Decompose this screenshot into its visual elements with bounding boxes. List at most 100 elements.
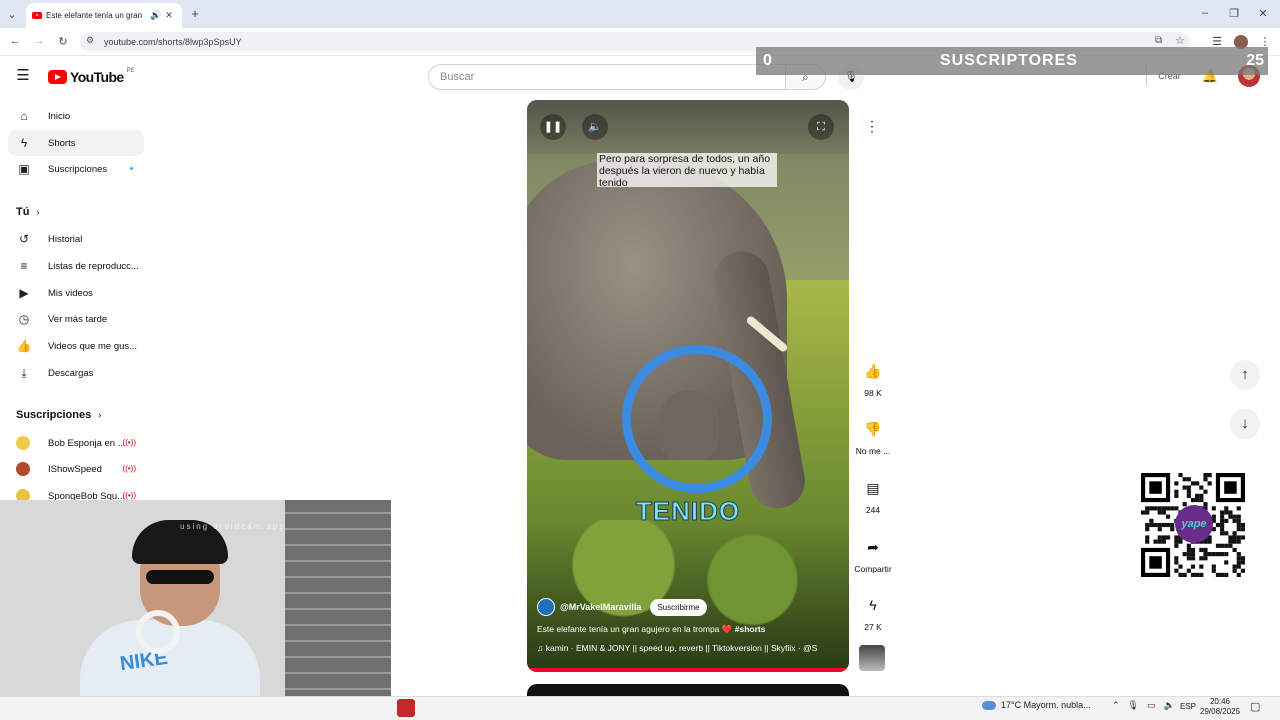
subscriber-count-left: 0 [763, 52, 772, 69]
remix-count: 27 K [864, 622, 882, 632]
thumbs-down-icon: 👎 [864, 421, 882, 437]
thumbs-up-icon: 👍 [864, 363, 882, 379]
search-input[interactable]: Buscar [428, 64, 786, 90]
chevron-down-icon[interactable]: ⌄ [6, 8, 18, 21]
star-icon[interactable]: ☆ [1175, 34, 1185, 47]
music-note-icon: ♫ [537, 643, 544, 653]
tab-strip: ⌄ Este elefante tenía un gran 🔊 ✕ + – ❐ … [0, 0, 1280, 28]
taskbar-app-icon[interactable] [397, 699, 415, 717]
pause-button[interactable]: ❚❚ [540, 114, 566, 140]
sidebar-item-label: Descargas [48, 367, 94, 379]
volume-icon[interactable]: 🔈 [1164, 700, 1175, 711]
hashtag-link[interactable]: #shorts [735, 624, 766, 634]
home-icon: ⌂ [20, 109, 28, 123]
share-label: Compartir [854, 564, 892, 574]
chevron-right-icon: › [98, 410, 102, 420]
like-count: 98 K [864, 388, 882, 398]
forward-icon[interactable]: → [32, 35, 46, 47]
dislike-button[interactable]: 👎 No me ... [852, 416, 894, 456]
back-icon[interactable]: ← [8, 35, 22, 47]
channel-avatar[interactable] [537, 598, 555, 616]
sidebar-item-suscripciones[interactable]: ▣ Suscripciones [8, 156, 144, 182]
share-button[interactable]: ➦ Compartir [852, 534, 894, 574]
live-icon: ((•)) [122, 438, 136, 447]
site-info-icon[interactable]: ⚙ [86, 35, 94, 46]
url-text: youtube.com/shorts/8lwp3pSpsUY [104, 37, 242, 47]
like-button[interactable]: 👍 98 K [852, 358, 894, 398]
sidebar-item-label: Historial [48, 233, 83, 245]
chevron-up-icon[interactable]: ⌃ [1112, 700, 1120, 711]
mic-icon[interactable]: 🎙 [1128, 700, 1139, 711]
subscribe-button[interactable]: Suscribirme [650, 598, 707, 616]
arrow-up-icon: ↑ [1241, 366, 1249, 383]
subscription-item[interactable]: IShowSpeed ((•)) [8, 456, 144, 482]
channel-name[interactable]: @MrVakelMaravilla [560, 602, 641, 612]
video-overlay-text: TENIDO [635, 496, 741, 527]
playlists-icon: ≡ [20, 259, 28, 273]
music-line[interactable]: ♫ kamin · EMIN & JONY || speed up, rever… [537, 643, 839, 653]
pause-icon: ❚❚ [543, 121, 563, 133]
subscriber-count-right: 25 [1246, 52, 1264, 69]
sidebar-item-label: Shorts [48, 137, 76, 149]
dislike-label: No me ... [855, 446, 891, 456]
sidebar-item-inicio[interactable]: ⌂ Inicio [8, 103, 144, 129]
sidebar-item-label: Ver más tarde [48, 313, 108, 325]
system-tray: ⌃ 🎙 ▭ 🔈 [1112, 700, 1175, 711]
sidebar-item-playlists[interactable]: ≡ Listas de reproducc... [8, 253, 144, 279]
channel-avatar [16, 436, 30, 450]
video-caption: Pero para sorpresa de todos, un año desp… [597, 153, 777, 187]
clock[interactable]: 20:46 29/08/2025 [1200, 697, 1240, 717]
plus-icon[interactable]: + [188, 6, 202, 21]
close-window-icon[interactable]: ✕ [1256, 7, 1270, 20]
reload-icon[interactable]: ↻ [56, 35, 70, 48]
sidebar-item-shorts[interactable]: ϟ Shorts [8, 130, 144, 156]
previous-short-button[interactable]: ↑ [1230, 360, 1260, 390]
sidebar-item-liked-videos[interactable]: 👍 Videos que me gus... [8, 333, 144, 359]
webcam-watermark: using droidcam.app [180, 522, 286, 531]
cloud-icon [982, 700, 996, 710]
next-short-button[interactable]: ↓ [1230, 409, 1260, 439]
volume-button[interactable]: 🔈 [582, 114, 608, 140]
sidebar-item-historial[interactable]: ↺ Historial [8, 226, 144, 252]
sidebar: ⌂ Inicio ϟ Shorts ▣ Suscripciones Tú › ↺… [0, 100, 150, 503]
browser-tab[interactable]: Este elefante tenía un gran 🔊 ✕ [26, 3, 182, 28]
history-icon: ↺ [18, 232, 30, 246]
network-icon[interactable]: ▭ [1147, 700, 1156, 711]
sidebar-item-label: Listas de reproducc... [48, 260, 139, 272]
remix-button[interactable]: ϟ 27 K [852, 592, 894, 632]
weather-widget[interactable]: 17°C Mayorm. nubla... [982, 700, 1091, 710]
install-icon[interactable]: ⧉ [1155, 35, 1162, 46]
you-section-title[interactable]: Tú › [16, 206, 40, 218]
player-top-gradient [527, 100, 849, 154]
speaker-icon[interactable]: 🔊 [150, 10, 161, 21]
fullscreen-button[interactable]: ⛶ [808, 114, 834, 140]
notifications-icon[interactable]: ▢ [1250, 700, 1260, 713]
subscription-item[interactable]: Bob Esponja en ... ((•)) [8, 430, 144, 456]
more-options-icon[interactable]: ⋮ [862, 116, 882, 136]
qr-code: yape [1141, 473, 1245, 577]
new-content-dot [130, 167, 133, 170]
restore-icon[interactable]: ❐ [1227, 7, 1241, 20]
heart-emoji: ❤️ [721, 624, 733, 634]
shorts-player[interactable]: Pero para sorpresa de todos, un año desp… [527, 100, 849, 672]
minimize-icon[interactable]: – [1198, 7, 1212, 19]
sound-thumbnail[interactable] [859, 645, 885, 671]
channel-name: Bob Esponja en ... [48, 437, 126, 449]
sidebar-item-label: Inicio [48, 110, 71, 122]
language-indicator[interactable]: ESP [1180, 702, 1196, 711]
sidebar-item-downloads[interactable]: ⤓ Descargas [8, 360, 144, 386]
progress-bar[interactable] [527, 668, 849, 672]
comments-button[interactable]: ▤ 244 [852, 475, 894, 515]
comment-icon: ▤ [866, 480, 880, 496]
clock-date: 29/08/2025 [1200, 707, 1241, 716]
sidebar-item-label: Suscripciones [48, 163, 108, 175]
menu-icon[interactable]: ☰ [14, 68, 32, 84]
subscriptions-section-title[interactable]: Suscripciones › [16, 409, 101, 421]
sidebar-item-watch-later[interactable]: ◷ Ver más tarde [8, 306, 144, 332]
youtube-logo[interactable]: YouTube PE [48, 68, 135, 85]
fullscreen-icon: ⛶ [817, 121, 825, 133]
sidebar-item-my-videos[interactable]: ▶ Mis videos [8, 280, 144, 306]
share-icon: ➦ [867, 539, 879, 555]
close-icon[interactable]: ✕ [165, 10, 173, 21]
video-title[interactable]: Este elefante tenía un gran agujero en l… [537, 624, 765, 635]
